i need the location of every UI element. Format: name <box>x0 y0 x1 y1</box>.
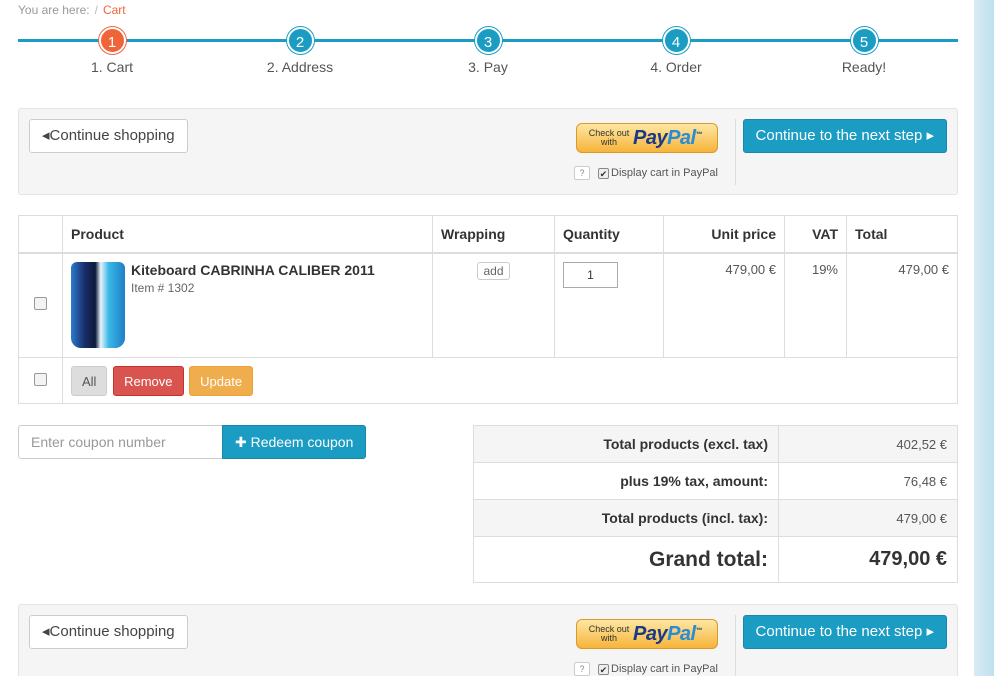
breadcrumb-separator: / <box>94 3 98 17</box>
breadcrumb-prefix: You are here: <box>18 3 90 17</box>
step-number: 1 <box>98 27 126 54</box>
update-button[interactable]: Update <box>189 365 254 396</box>
step-number: 2 <box>286 27 314 54</box>
select-all-button[interactable]: All <box>71 365 108 396</box>
paypal-checkout-button[interactable]: Check out with PayPal™ <box>576 619 718 649</box>
quantity-input[interactable]: 1 <box>563 261 618 288</box>
paypal-logo: PayPal™ <box>633 126 703 149</box>
col-unit-price: Unit price <box>663 215 785 254</box>
step-label: 4. Order <box>650 59 702 75</box>
step-label: Ready! <box>841 59 887 75</box>
step-label: 3. Pay <box>468 59 508 75</box>
display-in-paypal-checkbox[interactable]: ✔ <box>598 663 609 675</box>
col-vat: VAT <box>784 215 847 254</box>
step-pay[interactable]: 3 3. Pay <box>428 26 548 75</box>
continue-shopping-button[interactable]: ◂Continue shopping <box>29 615 188 649</box>
product-cell: Kiteboard CABRINHA CALIBER 2011 Item # 1… <box>62 252 433 358</box>
display-in-paypal-checkbox[interactable]: ✔ <box>598 167 609 179</box>
grand-total-value: 479,00 € <box>778 536 958 583</box>
remove-button[interactable]: Remove <box>113 365 184 396</box>
caret-right-icon: ▸ <box>926 623 934 640</box>
step-order[interactable]: 4 4. Order <box>616 26 736 75</box>
continue-shopping-button[interactable]: ◂Continue shopping <box>29 119 188 153</box>
tax-value: 76,48 € <box>778 462 958 500</box>
paypal-display-option: ? ✔ Display cart in PayPal <box>574 166 718 180</box>
col-quantity: Quantity <box>554 215 664 254</box>
total-incl-label: Total products (incl. tax): <box>473 499 779 537</box>
step-address[interactable]: 2 2. Address <box>240 26 360 75</box>
redeem-coupon-button[interactable]: ✚ Redeem coupon <box>222 425 367 459</box>
step-ready[interactable]: 5 Ready! <box>804 26 924 75</box>
next-step-button[interactable]: Continue to the next step ▸ <box>742 119 947 153</box>
caret-right-icon: ▸ <box>926 127 934 144</box>
total-excl-label: Total products (excl. tax) <box>473 425 779 463</box>
checkout-steps: 1 1. Cart 2 2. Address 3 3. Pay 4 4. Ord… <box>18 26 958 76</box>
product-image[interactable] <box>71 261 125 348</box>
page-background-strip <box>974 0 994 676</box>
divider <box>735 119 736 185</box>
paypal-display-option: ? ✔ Display cart in PayPal <box>574 662 718 676</box>
step-label: 1. Cart <box>90 59 133 75</box>
table-row: Kiteboard CABRINHA CALIBER 2011 Item # 1… <box>18 252 958 358</box>
display-in-paypal-label: Display cart in PayPal <box>611 663 718 675</box>
step-label: 2. Address <box>266 59 334 75</box>
total-incl-value: 479,00 € <box>778 499 958 537</box>
col-product: Product <box>62 215 433 254</box>
action-bar-bottom: ◂Continue shopping Check out with PayPal™… <box>18 604 958 676</box>
totals-row: plus 19% tax, amount: 76,48 € <box>473 462 958 500</box>
caret-left-icon: ◂ <box>42 127 50 144</box>
item-checkbox[interactable] <box>34 297 47 311</box>
bulk-actions-row: All Remove Update <box>18 357 958 404</box>
paypal-logo: PayPal™ <box>633 622 703 645</box>
total-excl-value: 402,52 € <box>778 425 958 463</box>
step-number: 4 <box>662 27 690 54</box>
next-step-button[interactable]: Continue to the next step ▸ <box>742 615 947 649</box>
action-bar-top: ◂Continue shopping Check out with PayPal™… <box>18 108 958 195</box>
line-total: 479,00 € <box>846 252 958 358</box>
totals-table: Total products (excl. tax) 402,52 € plus… <box>473 425 958 583</box>
vat-rate: 19% <box>784 252 847 358</box>
tax-label: plus 19% tax, amount: <box>473 462 779 500</box>
col-total: Total <box>846 215 958 254</box>
grand-total-label: Grand total: <box>473 536 779 583</box>
divider <box>735 615 736 676</box>
help-icon[interactable]: ? <box>574 662 590 676</box>
paypal-checkout-button[interactable]: Check out with PayPal™ <box>576 123 718 153</box>
add-wrapping-button[interactable]: add <box>477 261 510 280</box>
totals-row: Total products (excl. tax) 402,52 € <box>473 425 958 463</box>
step-number: 5 <box>850 27 878 54</box>
select-all-checkbox[interactable] <box>34 372 47 386</box>
step-number: 3 <box>474 27 502 54</box>
caret-left-icon: ◂ <box>42 623 50 640</box>
unit-price: 479,00 € <box>663 252 785 358</box>
help-icon[interactable]: ? <box>574 166 590 180</box>
breadcrumb: You are here: / Cart <box>18 3 126 17</box>
grand-total-row: Grand total: 479,00 € <box>473 536 958 583</box>
step-cart[interactable]: 1 1. Cart <box>52 26 172 75</box>
cart-table: Product Wrapping Quantity Unit price VAT… <box>18 215 958 404</box>
gift-icon: ✚ <box>235 434 247 450</box>
breadcrumb-current[interactable]: Cart <box>103 3 126 17</box>
totals-row: Total products (incl. tax): 479,00 € <box>473 499 958 537</box>
table-header-row: Product Wrapping Quantity Unit price VAT… <box>18 215 958 254</box>
coupon-input[interactable]: Enter coupon number <box>18 425 222 459</box>
col-wrapping: Wrapping <box>432 215 555 254</box>
cart-page: You are here: / Cart 1 1. Cart 2 2. Addres… <box>0 0 974 676</box>
coupon-form: Enter coupon number ✚ Redeem coupon <box>18 425 367 459</box>
display-in-paypal-label: Display cart in PayPal <box>611 167 718 179</box>
